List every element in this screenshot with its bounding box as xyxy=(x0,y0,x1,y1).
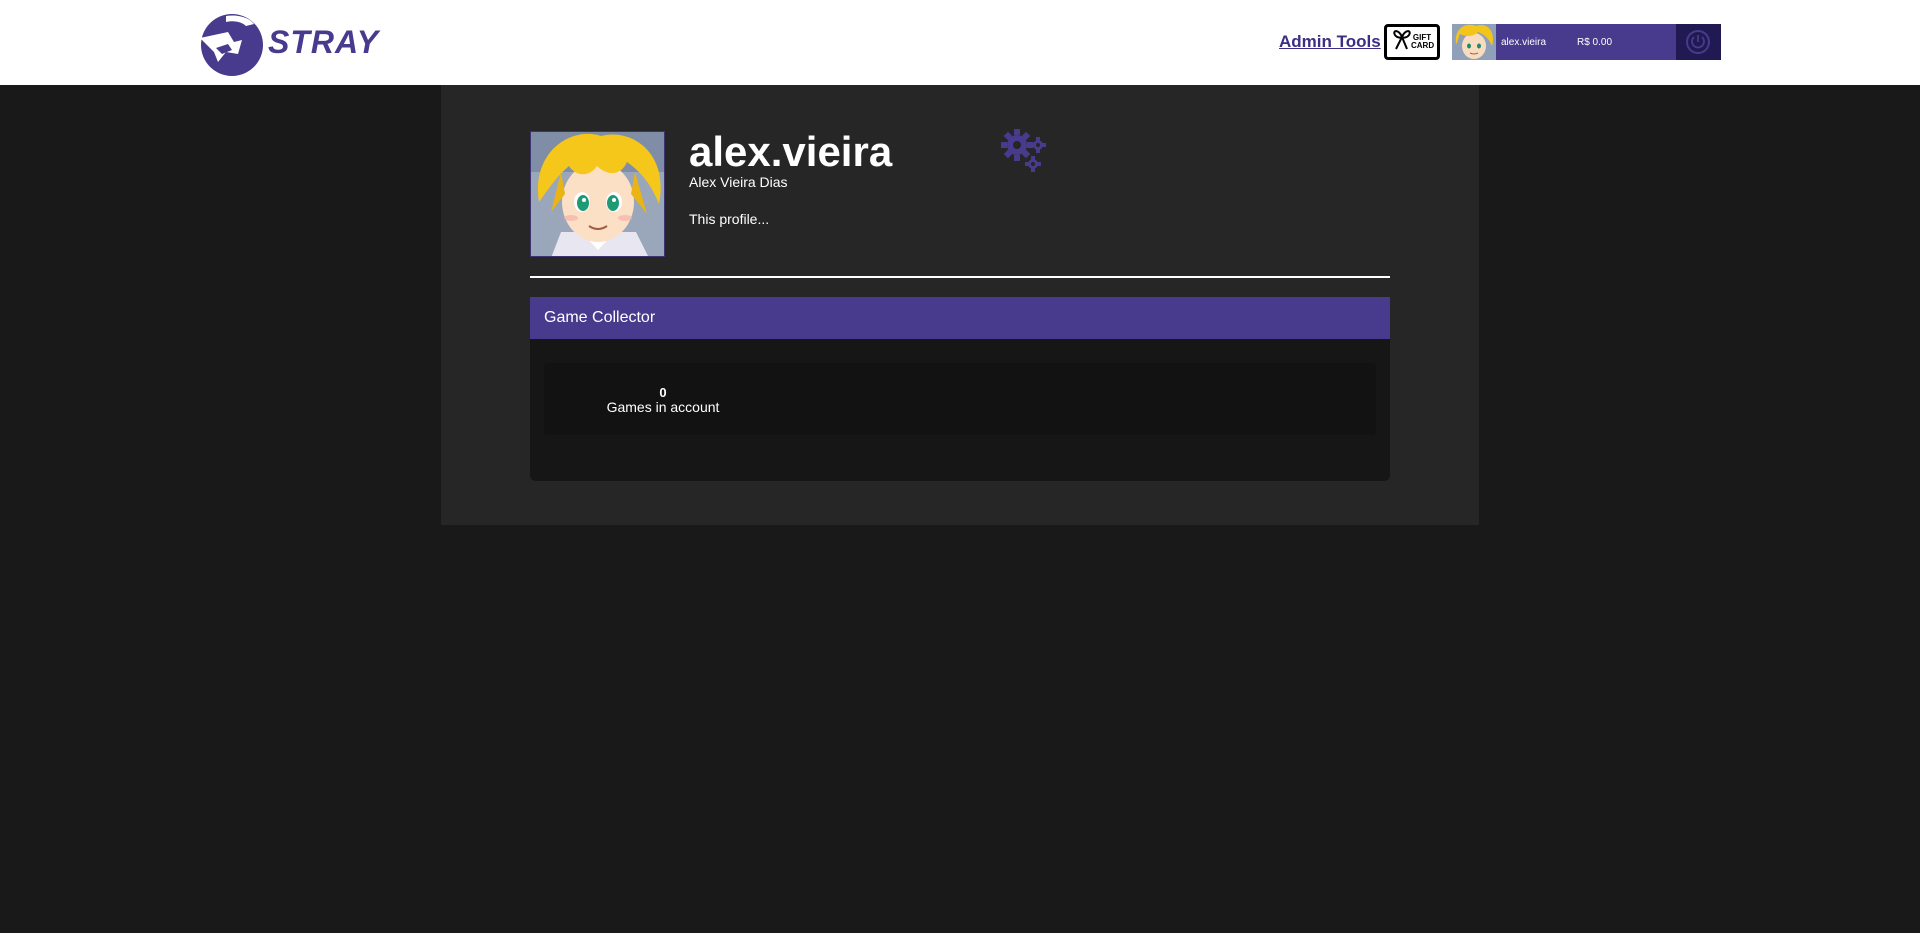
profile-content: alex.vieira Alex Vieira Dias This profil… xyxy=(441,85,1479,525)
power-icon xyxy=(1686,30,1710,54)
profile-summary: This profile... xyxy=(689,211,770,227)
user-name-label: alex.vieira xyxy=(1501,37,1547,48)
profile-full-name: Alex Vieira Dias xyxy=(689,174,788,190)
gears-icon xyxy=(1001,129,1046,172)
games-label: Games in account xyxy=(606,399,720,415)
badge-panel: Game Collector 0 Games in account xyxy=(530,297,1390,481)
giftcard-label: GIFT CARD xyxy=(1411,33,1435,50)
user-account-bar[interactable]: alex.vieira R$ 0.00 xyxy=(1452,24,1721,60)
games-stat-box: 0 Games in account xyxy=(544,363,1376,435)
games-count: 0 xyxy=(659,385,667,400)
logo-text: STRAY xyxy=(268,24,380,60)
logo-mark-icon xyxy=(200,14,263,76)
giftcard-button[interactable]: GIFT CARD xyxy=(1384,24,1440,60)
stray-logo[interactable]: STRAY xyxy=(198,8,378,78)
admin-tools-link[interactable]: Admin Tools xyxy=(1279,32,1381,52)
top-header: STRAY Admin Tools GIFT CARD alex.vieira … xyxy=(0,0,1920,85)
profile-settings-button[interactable] xyxy=(1001,129,1051,175)
badge-header: Game Collector xyxy=(530,297,1390,339)
user-avatar xyxy=(1452,24,1496,60)
profile-username: alex.vieira xyxy=(689,128,893,175)
logout-button[interactable] xyxy=(1676,24,1721,60)
badge-title: Game Collector xyxy=(544,309,656,326)
profile-avatar xyxy=(530,131,665,257)
user-balance-label: R$ 0.00 xyxy=(1577,37,1613,48)
profile-divider xyxy=(530,276,1390,278)
